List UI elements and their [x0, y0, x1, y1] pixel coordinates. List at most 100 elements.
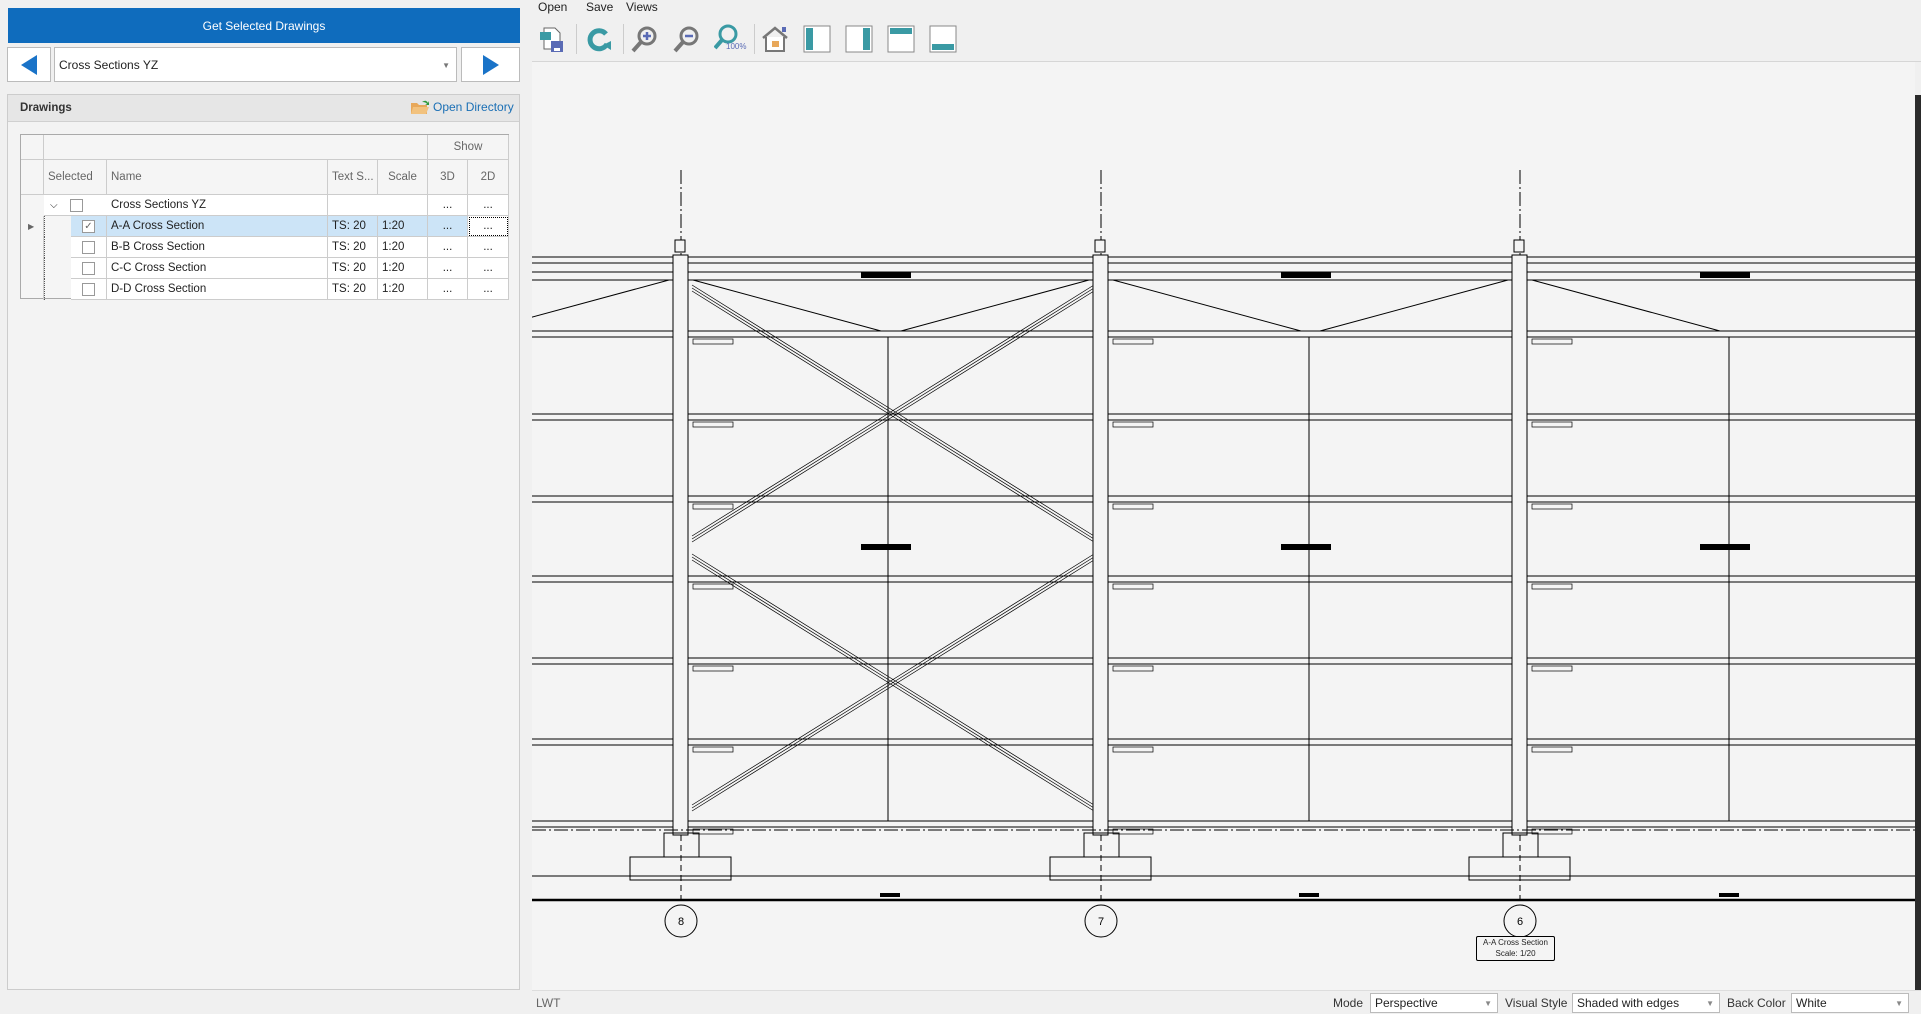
row-indicator — [21, 279, 44, 300]
group-row-select[interactable]: ⌵ — [44, 195, 107, 216]
chevron-down-icon: ▼ — [442, 61, 450, 70]
row-checkbox-cell[interactable]: ✓ — [71, 216, 107, 237]
member-tag — [1112, 503, 1154, 510]
view-top-button[interactable] — [886, 22, 916, 56]
group-row-blank — [328, 195, 428, 216]
back-color-value: White — [1796, 996, 1827, 1010]
member-tag — [692, 503, 734, 510]
panel-header: Drawings Open Directory — [8, 95, 519, 122]
row-checkbox[interactable] — [82, 282, 95, 296]
zoom-in-button[interactable] — [629, 22, 659, 56]
drawings-panel: Drawings Open Directory Show Selected Na… — [7, 94, 520, 990]
menu-save[interactable]: Save — [586, 0, 613, 14]
row-checkbox-cell[interactable] — [71, 279, 107, 300]
row-2d-button[interactable]: ... — [468, 237, 509, 258]
visual-style-value: Shaded with edges — [1577, 996, 1680, 1010]
home-view-button[interactable] — [760, 22, 790, 56]
refresh-button[interactable] — [584, 22, 614, 56]
zoom-100-button[interactable]: 100% — [713, 22, 749, 56]
save-image-button[interactable] — [537, 22, 567, 56]
row-2d-button[interactable]: ... — [468, 258, 509, 279]
folder-open-icon — [411, 100, 429, 114]
arrow-right-icon — [482, 54, 499, 75]
truss-diagonal — [692, 279, 882, 332]
drawing-viewport[interactable]: 8 7 6 A-A Cross Section Scale: 1/20 — [480, 62, 1915, 990]
col-selected[interactable]: Selected — [44, 160, 107, 195]
zoom-100-label: 100% — [726, 42, 747, 51]
separator — [623, 24, 624, 54]
col-scale[interactable]: Scale — [378, 160, 428, 195]
member-tag — [1531, 665, 1573, 672]
row-checkbox-cell[interactable] — [71, 258, 107, 279]
chevron-down-icon: ▼ — [1895, 999, 1903, 1008]
row-3d-button[interactable]: ... — [428, 279, 468, 300]
row-name: B-B Cross Section — [107, 237, 328, 258]
drawings-grid: Show Selected Name Text S... Scale 3D 2D… — [20, 134, 509, 300]
member-tag — [1531, 503, 1573, 510]
row-checkbox[interactable] — [82, 240, 95, 254]
row-indicator: ▶ — [21, 216, 44, 237]
view-bottom-button[interactable] — [928, 22, 958, 56]
visual-style-select[interactable]: Shaded with edges ▼ — [1572, 993, 1720, 1013]
menu-open[interactable]: Open — [538, 0, 567, 14]
member-label — [1281, 544, 1331, 550]
chevron-down-icon: ▼ — [1484, 999, 1492, 1008]
row-2d-button[interactable]: ... — [468, 216, 509, 237]
view-right-button[interactable] — [844, 22, 874, 56]
row-2d-button[interactable]: ... — [468, 279, 509, 300]
group-3d-button[interactable]: ... — [428, 195, 468, 216]
lwt-toggle[interactable]: LWT — [536, 996, 560, 1010]
row-checkbox-cell[interactable] — [71, 237, 107, 258]
row-scale: 1:20 — [378, 279, 428, 300]
member-tag — [1112, 583, 1154, 590]
row-3d-button[interactable]: ... — [428, 216, 468, 237]
panel-left-icon — [803, 25, 831, 53]
panel-top-icon — [887, 25, 915, 53]
tree-line — [44, 216, 71, 237]
col-2d[interactable]: 2D — [468, 160, 509, 195]
col-name[interactable]: Name — [107, 160, 328, 195]
column — [672, 254, 689, 836]
drawing-scale: Scale: 1/20 — [1495, 949, 1536, 958]
tree-line — [44, 237, 71, 258]
member-tag — [1531, 583, 1573, 590]
row-scale: 1:20 — [378, 216, 428, 237]
menu-views[interactable]: Views — [626, 0, 658, 14]
refresh-icon — [587, 28, 611, 52]
view-left-button[interactable] — [802, 22, 832, 56]
member-label — [861, 544, 911, 550]
row-scale: 1:20 — [378, 237, 428, 258]
tree-line — [44, 279, 71, 300]
group-checkbox[interactable] — [69, 198, 83, 212]
group-row-name: Cross Sections YZ — [107, 195, 328, 216]
row-checkbox[interactable] — [82, 261, 95, 275]
previous-button[interactable] — [7, 47, 51, 82]
row-3d-button[interactable]: ... — [428, 237, 468, 258]
collapse-chevron-icon[interactable]: ⌵ — [50, 200, 58, 211]
row-checkbox[interactable]: ✓ — [82, 219, 95, 233]
get-selected-drawings-button[interactable]: Get Selected Drawings — [8, 8, 520, 43]
col-3d[interactable]: 3D — [428, 160, 468, 195]
drawing-set-combo[interactable]: Cross Sections YZ ▼ — [54, 47, 457, 82]
back-color-select[interactable]: White ▼ — [1791, 993, 1909, 1013]
row-scale: 1:20 — [378, 258, 428, 279]
mode-label: Mode — [1333, 996, 1364, 1010]
row-text-size: TS: 20 — [328, 258, 378, 279]
row-name: D-D Cross Section — [107, 279, 328, 300]
save-image-icon — [540, 27, 563, 52]
viewport-scrollbar[interactable] — [1915, 95, 1921, 990]
open-directory-link[interactable]: Open Directory — [410, 98, 514, 116]
row-3d-button[interactable]: ... — [428, 258, 468, 279]
mode-select[interactable]: Perspective ▼ — [1370, 993, 1498, 1013]
col-text-size[interactable]: Text S... — [328, 160, 378, 195]
member-tag — [692, 583, 734, 590]
open-directory-label: Open Directory — [433, 100, 514, 114]
member-tag — [692, 665, 734, 672]
next-button[interactable] — [461, 47, 520, 82]
zoom-out-button[interactable] — [671, 22, 701, 56]
member-label — [1700, 544, 1750, 550]
panel-right-icon — [845, 25, 873, 53]
drawing-title-box: A-A Cross Section Scale: 1/20 — [1476, 936, 1555, 961]
home-icon — [762, 26, 788, 52]
group-2d-button[interactable]: ... — [468, 195, 509, 216]
